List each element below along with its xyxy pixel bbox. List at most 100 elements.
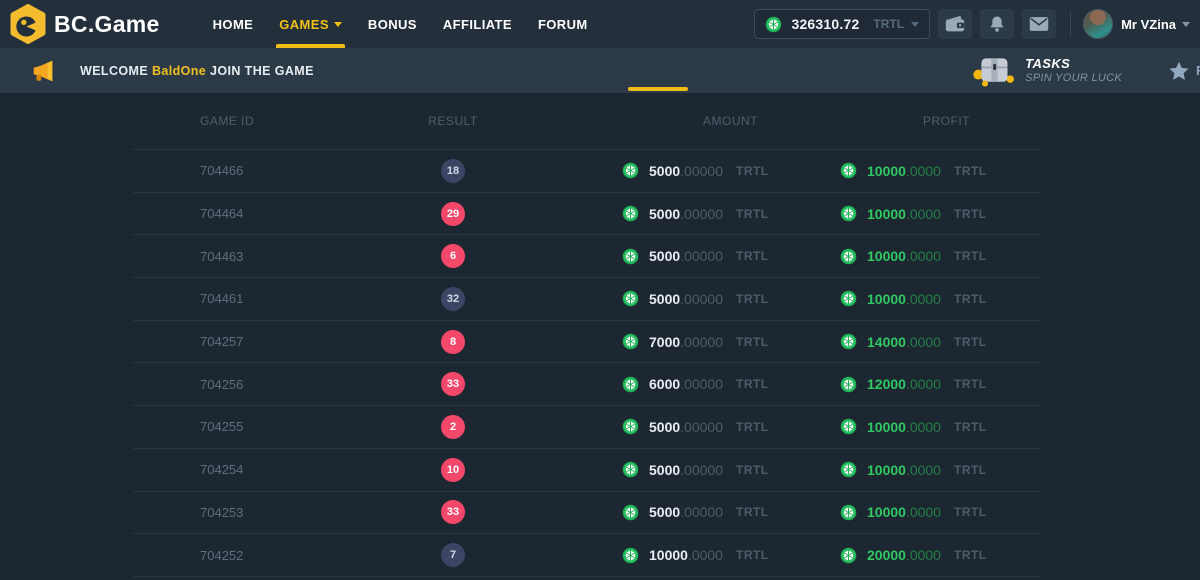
- messages-button[interactable]: [1022, 9, 1056, 39]
- table-row[interactable]: 704253 33 5000.00000 TRTL 10000: [133, 492, 1040, 535]
- bets-table: GAME ID RESULT AMOUNT PROFIT 704466 18 5…: [133, 93, 1040, 577]
- table-row[interactable]: 704461 32 5000.00000 TRTL 10000: [133, 278, 1040, 321]
- table-row[interactable]: 704257 8 7000.00000 TRTL 14000.: [133, 321, 1040, 364]
- table-row[interactable]: 704256 33 6000.00000 TRTL 12000: [133, 363, 1040, 406]
- bet-amount: 10000.0000: [649, 547, 723, 563]
- result-badge: 7: [441, 543, 465, 567]
- profit-int: 10000: [867, 462, 906, 478]
- trtl-coin-icon: [840, 333, 857, 350]
- tasks-widget[interactable]: TASKS SPIN YOUR LUCK: [973, 53, 1122, 89]
- bet-amount: 5000.00000: [649, 248, 723, 264]
- brand-name: BC.Game: [54, 11, 160, 38]
- bet-amount: 5000.00000: [649, 163, 723, 179]
- nav-item-home[interactable]: HOME: [200, 0, 267, 48]
- username[interactable]: Mr VZina: [1121, 17, 1176, 32]
- amount-dec: .00000: [680, 163, 723, 179]
- bet-profit: 10000.0000: [867, 419, 941, 435]
- trtl-coin-icon: [622, 461, 639, 478]
- trtl-coin-icon: [840, 248, 857, 265]
- nav-item-forum[interactable]: FORUM: [525, 0, 601, 48]
- tasks-title: TASKS: [1025, 56, 1122, 72]
- bet-amount: 5000.00000: [649, 504, 723, 520]
- profit-dec: .0000: [906, 291, 941, 307]
- favorites-partial-label: F: [1196, 63, 1200, 78]
- brand[interactable]: BC.Game: [8, 4, 160, 44]
- treasure-chest-icon: [973, 53, 1015, 89]
- amount-dec: .0000: [688, 547, 723, 563]
- currency-label: TRTL: [736, 377, 769, 391]
- trtl-coin-icon: [840, 504, 857, 521]
- amount-int: 10000: [649, 547, 688, 563]
- wallet-button[interactable]: [938, 9, 972, 39]
- profit-dec: .0000: [906, 462, 941, 478]
- result-badge: 2: [441, 415, 465, 439]
- star-icon: [1168, 60, 1190, 82]
- table-row[interactable]: 704464 29 5000.00000 TRTL 10000: [133, 193, 1040, 236]
- bet-profit: 10000.0000: [867, 163, 941, 179]
- nav-item-games[interactable]: GAMES: [266, 0, 355, 48]
- amount-dec: .00000: [680, 206, 723, 222]
- divider: [1070, 11, 1071, 37]
- profit-dec: .0000: [906, 547, 941, 563]
- amount-int: 5000: [649, 163, 680, 179]
- amount-dec: .00000: [680, 291, 723, 307]
- result-badge: 18: [441, 159, 465, 183]
- active-tab-indicator: [628, 87, 688, 91]
- main-content: GAME ID RESULT AMOUNT PROFIT 704466 18 5…: [0, 93, 1200, 580]
- announcement-bar: WELCOME BaldOne JOIN THE GAME TASKS SPIN…: [0, 48, 1200, 93]
- result-badge: 33: [441, 500, 465, 524]
- col-header-game-id: GAME ID: [133, 114, 333, 128]
- trtl-coin-icon: [622, 333, 639, 350]
- table-row[interactable]: 704255 2 5000.00000 TRTL 10000.: [133, 406, 1040, 449]
- trtl-coin-icon: [840, 205, 857, 222]
- mail-icon: [1029, 16, 1049, 32]
- amount-dec: .00000: [680, 504, 723, 520]
- trtl-coin-icon: [765, 16, 782, 33]
- profit-int: 10000: [867, 419, 906, 435]
- currency-label: TRTL: [954, 335, 987, 349]
- balance-selector[interactable]: 326310.72 TRTL: [754, 9, 930, 39]
- game-id: 704254: [133, 462, 333, 477]
- currency-label: TRTL: [736, 292, 769, 306]
- bet-profit: 10000.0000: [867, 462, 941, 478]
- table-row[interactable]: 704254 10 5000.00000 TRTL 10000: [133, 449, 1040, 492]
- table-row[interactable]: 704252 7 10000.0000 TRTL 20000.: [133, 534, 1040, 577]
- currency-label: TRTL: [736, 548, 769, 562]
- chevron-down-icon[interactable]: [1182, 22, 1190, 27]
- amount-int: 5000: [649, 206, 680, 222]
- profit-int: 12000: [867, 376, 906, 392]
- megaphone-icon: [30, 58, 56, 84]
- bet-profit: 14000.0000: [867, 334, 941, 350]
- amount-int: 5000: [649, 248, 680, 264]
- bet-amount: 5000.00000: [649, 291, 723, 307]
- bet-profit: 12000.0000: [867, 376, 941, 392]
- currency-label: TRTL: [954, 164, 987, 178]
- currency-label: TRTL: [954, 249, 987, 263]
- amount-dec: .00000: [680, 248, 723, 264]
- result-badge: 8: [441, 330, 465, 354]
- table-row[interactable]: 704466 18 5000.00000 TRTL 10000: [133, 150, 1040, 193]
- nav-item-affiliate[interactable]: AFFILIATE: [430, 0, 525, 48]
- notifications-button[interactable]: [980, 9, 1014, 39]
- game-id: 704252: [133, 548, 333, 563]
- table-header-row: GAME ID RESULT AMOUNT PROFIT: [133, 93, 1040, 150]
- game-id: 704464: [133, 206, 333, 221]
- currency-label: TRTL: [954, 292, 987, 306]
- amount-dec: .00000: [680, 334, 723, 350]
- main-nav: HOME GAMES BONUS AFFILIATE FORUM: [200, 0, 601, 48]
- table-row[interactable]: 704463 6 5000.00000 TRTL 10000.: [133, 235, 1040, 278]
- amount-dec: .00000: [680, 376, 723, 392]
- profit-int: 10000: [867, 248, 906, 264]
- trtl-coin-icon: [840, 290, 857, 307]
- trtl-coin-icon: [622, 290, 639, 307]
- bet-profit: 20000.0000: [867, 547, 941, 563]
- game-id: 704466: [133, 163, 333, 178]
- trtl-coin-icon: [840, 162, 857, 179]
- result-badge: 33: [441, 372, 465, 396]
- trtl-coin-icon: [622, 504, 639, 521]
- result-badge: 29: [441, 202, 465, 226]
- trtl-coin-icon: [840, 461, 857, 478]
- favorites-shortcut[interactable]: F: [1168, 60, 1200, 82]
- avatar[interactable]: [1083, 9, 1113, 39]
- nav-item-bonus[interactable]: BONUS: [355, 0, 430, 48]
